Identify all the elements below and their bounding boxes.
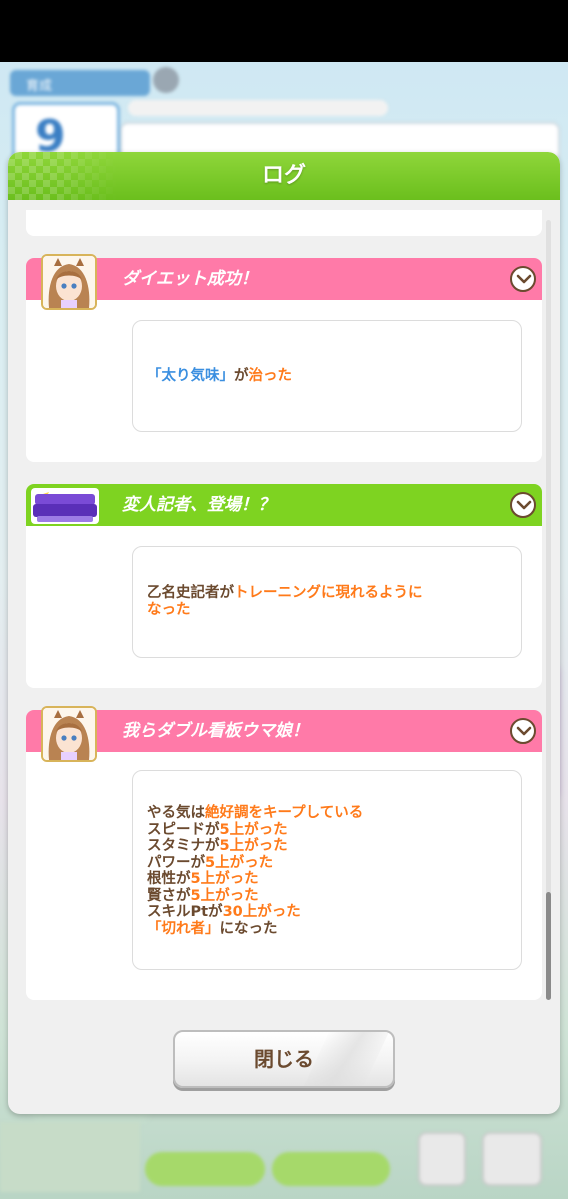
detail-segment: 絶好調をキープしている — [205, 805, 364, 821]
entry-title: 変人記者、登場！？ — [122, 495, 275, 515]
detail-segment: 30上がった — [222, 904, 301, 920]
character-avatar-icon — [41, 706, 97, 762]
entry-header: ダイエット成功！ — [26, 258, 542, 300]
background-tag-label: 育成 — [26, 79, 53, 94]
background-training-header: 育成 9 — [0, 62, 568, 182]
detail-segment: になった — [219, 920, 278, 937]
detail-segment: スキルPtが — [147, 904, 223, 920]
detail-line: 「切れ者」になった — [147, 921, 278, 938]
background-ground — [0, 1122, 140, 1192]
background-tag: 育成 — [10, 70, 150, 96]
chevron-down-icon[interactable] — [510, 492, 536, 518]
detail-line: パワーが5上がった — [147, 855, 273, 872]
entry-header: 変人記者、登場！？ — [26, 484, 542, 526]
entry-detail-box: 「太り気味」が治った — [132, 320, 522, 432]
background-info-icon — [153, 67, 179, 93]
log-dialog: ログ ダイエット成功！ 「太り気味」が治った 変人記者、登場！？ 乙名史記者がト… — [8, 152, 560, 1114]
log-list[interactable]: ダイエット成功！ 「太り気味」が治った 変人記者、登場！？ 乙名史記者がトレーニ… — [26, 200, 542, 1056]
detail-line: 「太り気味」が治った — [147, 368, 292, 385]
beyond-dreams-logo — [31, 488, 99, 524]
detail-line: スキルPtが30上がった — [147, 904, 301, 921]
background-bottom-menu — [0, 1112, 568, 1199]
detail-segment: トレーニングに現れるように — [234, 585, 423, 601]
chevron-down-icon[interactable] — [510, 718, 536, 744]
entry-title: ダイエット成功！ — [122, 269, 258, 289]
detail-line: スタミナが5上がった — [147, 838, 288, 855]
detail-segment: 5上がった — [219, 821, 288, 838]
detail-segment: 5上がった — [219, 838, 288, 854]
detail-line: やる気は絶好調をキープしている — [147, 805, 363, 822]
scrollbar-thumb[interactable] — [546, 892, 551, 1000]
detail-line: なった — [147, 602, 191, 619]
detail-segment: 5上がった — [205, 854, 274, 871]
character-avatar-icon — [41, 254, 97, 310]
detail-segment: やる気は — [147, 805, 205, 821]
background-skill-button — [145, 1152, 265, 1186]
entry-detail-box: 乙名史記者がトレーニングに現れるように なった — [132, 546, 522, 658]
detail-line: 賢さが5上がった — [147, 888, 259, 905]
log-entry: 変人記者、登場！？ 乙名史記者がトレーニングに現れるように なった — [26, 484, 542, 688]
background-menu-icon — [482, 1132, 542, 1186]
detail-segment: 「切れ者」 — [147, 920, 220, 937]
detail-segment: 5上がった — [190, 871, 259, 887]
detail-segment: スピードが — [147, 821, 220, 838]
detail-line: 根性が5上がった — [147, 871, 259, 888]
detail-line: スピードが5上がった — [147, 822, 288, 839]
close-button[interactable]: 閉じる — [173, 1030, 395, 1088]
close-button-label: 閉じる — [254, 1047, 314, 1071]
detail-segment: なった — [147, 602, 191, 618]
detail-segment: 治った — [248, 368, 293, 384]
detail-segment: スタミナが — [147, 838, 220, 854]
entry-title: 我らダブル看板ウマ娘！ — [122, 721, 309, 741]
scrollbar-track[interactable] — [546, 220, 551, 1000]
previous-entry-bottom — [26, 210, 542, 236]
dialog-title: ログ — [261, 163, 306, 188]
detail-segment: 「太り気味」 — [147, 368, 234, 384]
background-bar — [128, 100, 388, 116]
log-entry: ダイエット成功！ 「太り気味」が治った — [26, 254, 542, 462]
status-bar-area — [0, 0, 568, 62]
detail-segment: パワーが — [147, 854, 205, 871]
detail-segment: 賢さが — [147, 887, 191, 904]
detail-segment: 5上がった — [190, 887, 259, 904]
detail-segment: 乙名史記者が — [147, 585, 234, 601]
log-entry: 我らダブル看板ウマ娘！ やる気は絶好調をキープしている スピードが5上がった ス… — [26, 706, 542, 1000]
background-rest-button — [272, 1152, 390, 1186]
entry-detail-box: やる気は絶好調をキープしている スピードが5上がった スタミナが5上がった パワ… — [132, 770, 522, 970]
detail-segment: 根性が — [147, 871, 191, 887]
background-log-icon — [418, 1132, 466, 1186]
detail-segment: が — [234, 368, 249, 384]
chevron-down-icon[interactable] — [510, 266, 536, 292]
entry-header: 我らダブル看板ウマ娘！ — [26, 710, 542, 752]
dialog-header: ログ — [8, 152, 560, 200]
detail-line: 乙名史記者がトレーニングに現れるように — [147, 585, 423, 602]
